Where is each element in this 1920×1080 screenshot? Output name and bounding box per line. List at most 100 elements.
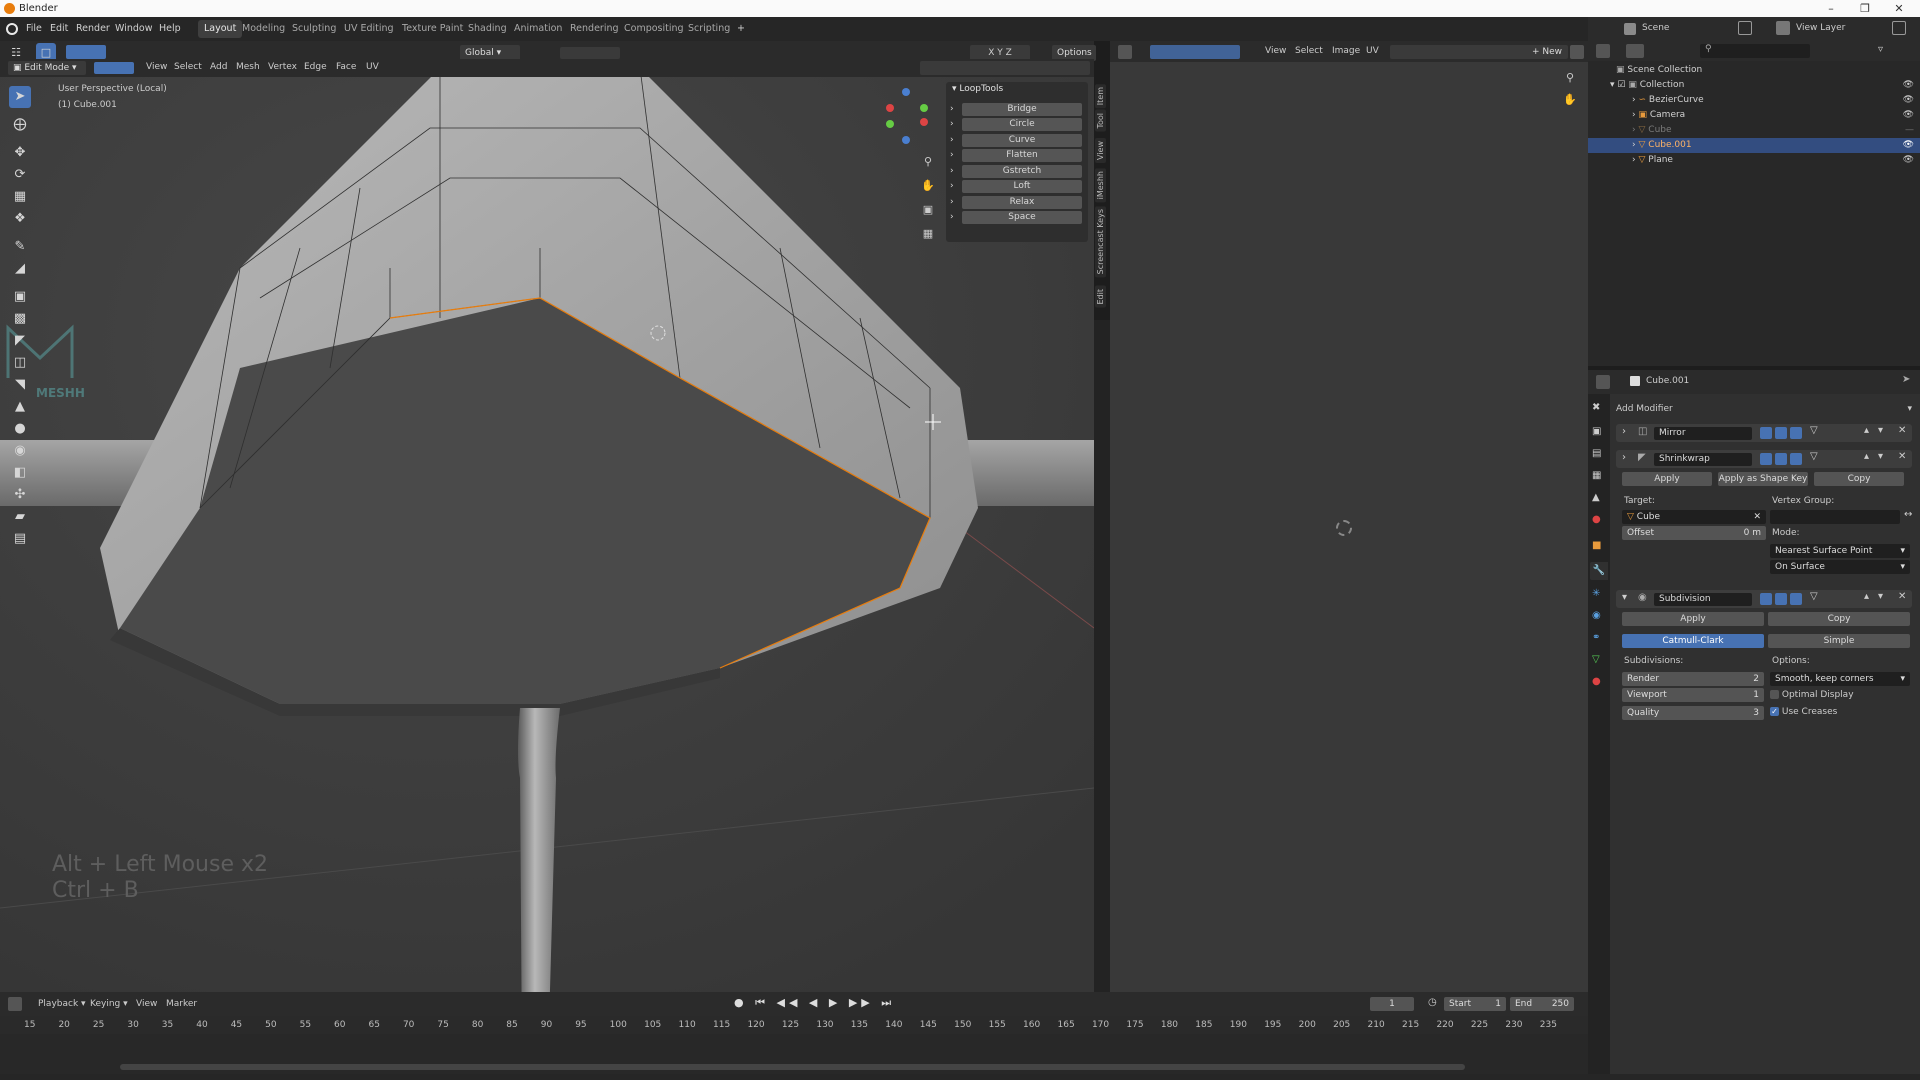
- maximize-icon[interactable]: ❐: [1850, 0, 1880, 17]
- outliner-search-input[interactable]: ⚲: [1700, 44, 1810, 58]
- subdivision-apply-button[interactable]: Apply: [1622, 612, 1764, 626]
- edit-mode-toggle-icon[interactable]: [1760, 453, 1803, 468]
- outliner-row[interactable]: ▣ Scene Collection: [1588, 63, 1920, 78]
- selection-mode-buttons[interactable]: [66, 45, 106, 59]
- uv-smooth-select[interactable]: Smooth, keep corners ▾: [1770, 672, 1910, 686]
- gizmo-x-axis-icon[interactable]: [886, 104, 894, 112]
- gizmo-y-axis-icon[interactable]: [920, 104, 928, 112]
- scene-tab-icon[interactable]: ▲: [1592, 492, 1600, 503]
- remove-modifier-icon[interactable]: ✕: [1898, 425, 1906, 436]
- zoom-icon[interactable]: ⚲: [918, 152, 938, 172]
- outliner-row[interactable]: › ▽ Plane 👁: [1588, 153, 1920, 168]
- 3d-viewport[interactable]: User Perspective (Local) (1) Cube.001 ME…: [0, 68, 1094, 992]
- image-zoom-icon[interactable]: ⚲: [1560, 68, 1580, 88]
- material-tab-icon[interactable]: ●: [1592, 676, 1601, 687]
- object-tab-icon[interactable]: ■: [1592, 540, 1601, 551]
- tab-sculpting[interactable]: Sculpting: [286, 20, 342, 38]
- tab-view[interactable]: View: [1095, 138, 1106, 163]
- minimize-icon[interactable]: –: [1816, 0, 1846, 17]
- pin-icon[interactable]: ➤: [1902, 374, 1910, 385]
- eye-icon[interactable]: 👁: [1903, 93, 1914, 108]
- cage-icon[interactable]: ▽: [1810, 425, 1818, 436]
- gizmo-z-axis-icon[interactable]: [902, 88, 910, 96]
- new-image-button[interactable]: + New: [1526, 45, 1568, 59]
- close-icon[interactable]: ✕: [1884, 0, 1914, 17]
- current-frame-field[interactable]: 1: [1370, 997, 1414, 1011]
- tab-compositing[interactable]: Compositing: [618, 20, 690, 38]
- scene-name[interactable]: Scene: [1642, 23, 1669, 33]
- tab-shading[interactable]: Shading: [462, 20, 513, 38]
- image-menu-select[interactable]: Select: [1295, 46, 1323, 56]
- remove-modifier-icon[interactable]: ✕: [1898, 591, 1906, 602]
- bevel-tool-icon[interactable]: ◤: [9, 330, 31, 352]
- end-frame-field[interactable]: End 250: [1510, 997, 1574, 1011]
- looptools-bridge[interactable]: › Bridge: [946, 102, 1084, 116]
- particles-tab-icon[interactable]: ✳: [1592, 588, 1600, 599]
- tool-tab-icon[interactable]: ✖: [1592, 402, 1600, 413]
- blender-menu-icon[interactable]: [6, 23, 18, 35]
- constraints-tab-icon[interactable]: ⚭: [1592, 632, 1600, 643]
- looptools-gstretch[interactable]: › Gstretch: [946, 164, 1084, 178]
- view-layer-name[interactable]: View Layer: [1796, 23, 1845, 33]
- optimal-display-checkbox[interactable]: Optimal Display: [1770, 690, 1854, 700]
- knife-tool-icon[interactable]: ◥: [9, 374, 31, 396]
- quality-field[interactable]: Quality 3: [1622, 706, 1764, 720]
- wrap-method-select[interactable]: Nearest Surface Point ▾: [1770, 544, 1910, 558]
- start-frame-field[interactable]: Start 1: [1444, 997, 1506, 1011]
- tab-scripting[interactable]: Scripting: [682, 20, 736, 38]
- edit-mode-toggle-icon[interactable]: [1760, 427, 1803, 442]
- open-image-icon[interactable]: [1570, 45, 1584, 59]
- menu-face[interactable]: Face: [336, 62, 356, 72]
- annotate-tool-icon[interactable]: ✎: [9, 236, 31, 258]
- looptools-relax[interactable]: › Relax: [946, 195, 1084, 209]
- uv-cursor-icon[interactable]: [1336, 520, 1352, 536]
- gstretch-button[interactable]: Gstretch: [962, 165, 1082, 178]
- gizmo-neg-y-icon[interactable]: [886, 120, 894, 128]
- eye-icon[interactable]: 👁: [1903, 138, 1914, 153]
- mode-select[interactable]: ▣ Edit Mode ▾: [8, 61, 86, 75]
- looptools-flatten[interactable]: › Flatten: [946, 148, 1084, 162]
- viewport-levels-field[interactable]: Viewport 1: [1622, 688, 1764, 702]
- curve-button[interactable]: Curve: [962, 134, 1082, 147]
- wrap-mode-select[interactable]: On Surface ▾: [1770, 560, 1910, 574]
- use-creases-checkbox[interactable]: ✓ Use Creases: [1770, 707, 1837, 717]
- inset-tool-icon[interactable]: ▩: [9, 308, 31, 330]
- shrinkwrap-copy-button[interactable]: Copy: [1814, 472, 1904, 486]
- filter-icon[interactable]: ▿: [1878, 44, 1892, 58]
- tab-modeling[interactable]: Modeling: [236, 20, 291, 38]
- checkbox-icon[interactable]: ☑: [1617, 80, 1625, 90]
- menu-edge[interactable]: Edge: [304, 62, 327, 72]
- tab-uv-editing[interactable]: UV Editing: [338, 20, 400, 38]
- camera-view-icon[interactable]: ▣: [918, 200, 938, 220]
- add-workspace-button[interactable]: +: [737, 17, 745, 41]
- menu-vertex[interactable]: Vertex: [268, 62, 297, 72]
- image-menu-view[interactable]: View: [1265, 46, 1286, 56]
- select-tool-icon[interactable]: ➤: [9, 86, 31, 108]
- tab-item[interactable]: Item: [1095, 84, 1106, 109]
- timeline-scrollbar[interactable]: [120, 1064, 1465, 1070]
- flatten-button[interactable]: Flatten: [962, 149, 1082, 162]
- looptools-space[interactable]: › Space: [946, 210, 1084, 224]
- move-up-icon[interactable]: ▴: [1864, 425, 1869, 436]
- playback-controls[interactable]: ● ⏮ ◀◀ ◀ ▶ ▶▶ ⏭: [734, 996, 895, 1010]
- move-down-icon[interactable]: ▾: [1878, 425, 1883, 436]
- tab-texture-paint[interactable]: Texture Paint: [396, 20, 469, 38]
- looptools-curve[interactable]: › Curve: [946, 133, 1084, 147]
- ortho-grid-icon[interactable]: ▦: [918, 224, 938, 244]
- tab-rendering[interactable]: Rendering: [564, 20, 625, 38]
- scale-tool-icon[interactable]: ▦: [9, 186, 31, 208]
- relax-button[interactable]: Relax: [962, 196, 1082, 209]
- tab-animation[interactable]: Animation: [508, 20, 568, 38]
- menu-add[interactable]: Add: [210, 62, 227, 72]
- image-menu-image[interactable]: Image: [1332, 46, 1360, 56]
- looptools-circle[interactable]: › Circle: [946, 117, 1084, 131]
- menu-marker[interactable]: Marker: [166, 999, 197, 1009]
- eye-icon[interactable]: 👁: [1903, 108, 1914, 123]
- shrinkwrap-name-field[interactable]: Shrinkwrap: [1654, 453, 1752, 466]
- measure-tool-icon[interactable]: ◢: [9, 258, 31, 280]
- edit-mode-toggle-icon[interactable]: [1760, 593, 1803, 608]
- transform-tool-icon[interactable]: ❖: [9, 208, 31, 230]
- apply-as-shape-key-button[interactable]: Apply as Shape Key: [1718, 472, 1808, 486]
- move-tool-icon[interactable]: ✥: [9, 142, 31, 164]
- move-up-icon[interactable]: ▴: [1864, 591, 1869, 602]
